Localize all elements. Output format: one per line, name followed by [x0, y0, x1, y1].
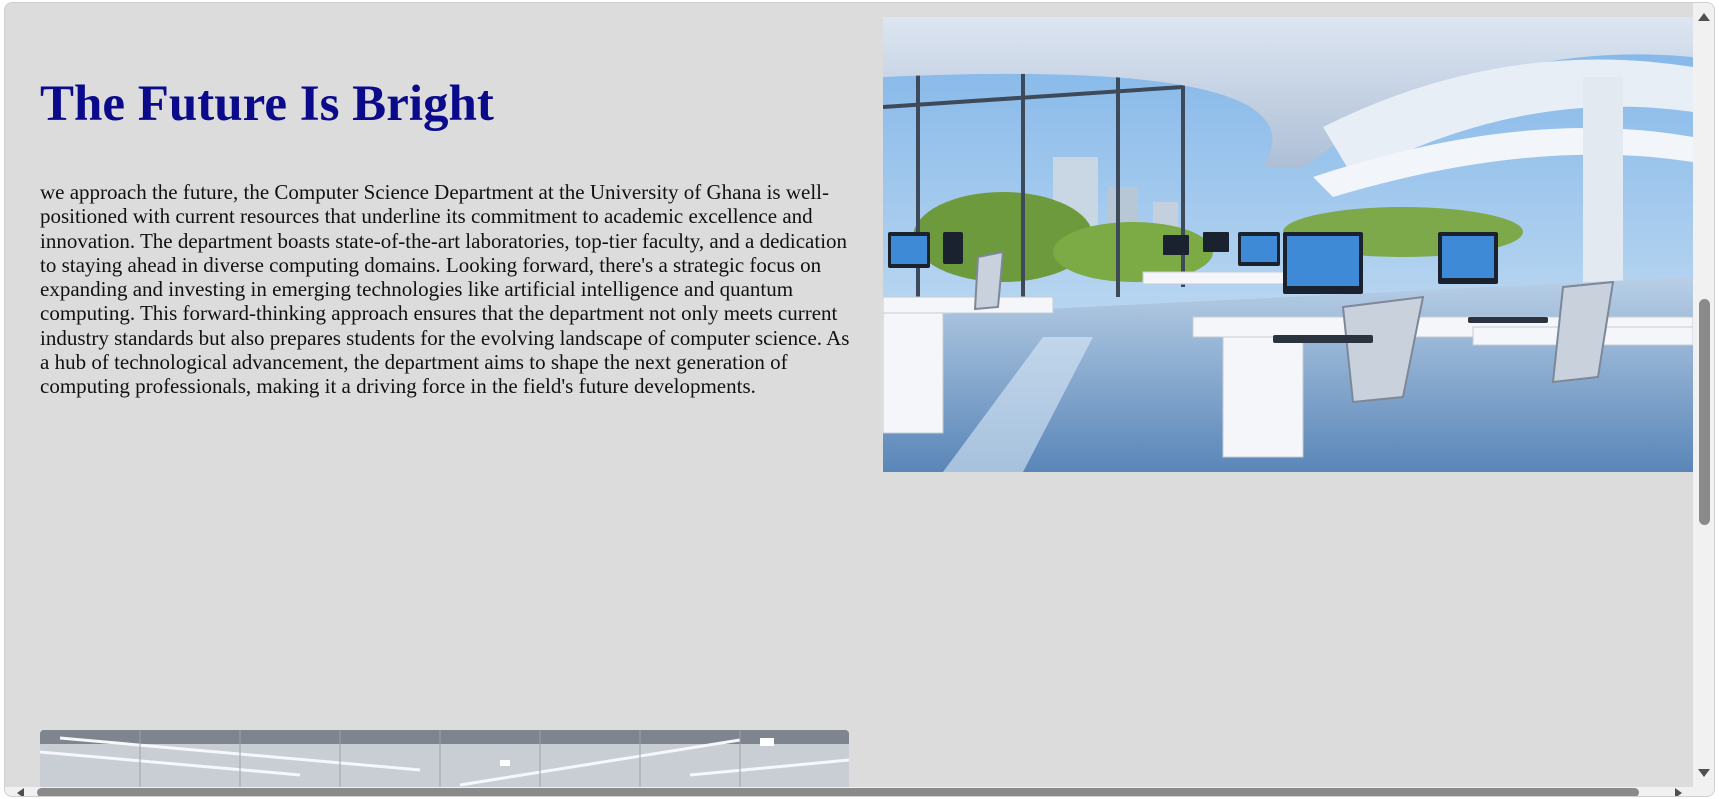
vertical-scrollbar[interactable] [1693, 3, 1714, 787]
futuristic-office-illustration [883, 17, 1693, 472]
scroll-right-button[interactable] [1669, 787, 1687, 796]
triangle-up-icon [1698, 13, 1710, 21]
triangle-left-icon [16, 787, 24, 796]
horizontal-scrollbar[interactable] [5, 787, 1693, 796]
triangle-right-icon [1674, 787, 1682, 796]
lab-ceiling-illustration [40, 730, 849, 787]
section-body-text: we approach the future, the Computer Sci… [40, 180, 850, 399]
scroll-left-button[interactable] [11, 787, 29, 796]
futuristic-office-image [883, 17, 1693, 472]
scroll-down-button[interactable] [1693, 763, 1714, 783]
scrollbar-corner [1693, 787, 1714, 796]
scroll-up-button[interactable] [1693, 7, 1714, 27]
page-content: The Future Is Bright we approach the fut… [5, 3, 1693, 787]
lab-ceiling-image [40, 730, 849, 787]
browser-viewport: The Future Is Bright we approach the fut… [4, 2, 1715, 797]
page-title: The Future Is Bright [40, 76, 494, 132]
triangle-down-icon [1698, 769, 1710, 777]
horizontal-scroll-thumb[interactable] [37, 788, 1639, 796]
vertical-scroll-thumb[interactable] [1699, 299, 1710, 525]
